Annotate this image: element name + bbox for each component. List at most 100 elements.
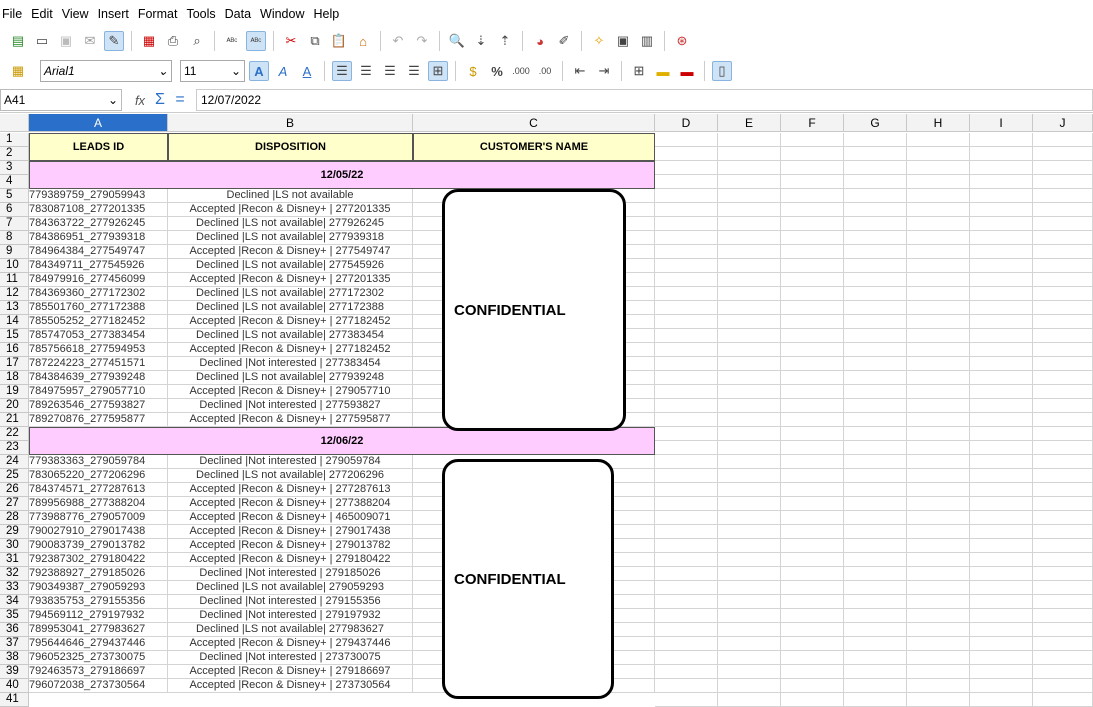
cell[interactable] [1033,273,1093,287]
cell[interactable] [655,497,718,511]
cell[interactable] [655,329,718,343]
cell[interactable] [844,609,907,623]
leads-id-cell[interactable]: 783065220_277206296 [29,469,168,483]
cell[interactable] [970,637,1033,651]
row-header[interactable]: 38 [0,651,29,665]
cell[interactable] [781,259,844,273]
cell[interactable] [844,315,907,329]
cell[interactable] [718,273,781,287]
disposition-cell[interactable]: Declined |Not interested | 273730075 [168,651,413,665]
cell[interactable] [907,301,970,315]
cell[interactable] [718,609,781,623]
cell[interactable] [907,511,970,525]
cell[interactable] [970,623,1033,637]
formula-input[interactable]: 12/07/2022 [196,89,1093,111]
cell[interactable] [718,637,781,651]
disposition-cell[interactable]: Declined |Not interested | 277383454 [168,357,413,371]
row-header[interactable]: 2 [0,147,29,161]
cell[interactable] [718,693,781,707]
disposition-cell[interactable]: Accepted |Recon & Disney+ | 277201335 [168,273,413,287]
cell[interactable] [970,483,1033,497]
cell[interactable] [907,329,970,343]
leads-id-cell[interactable]: 785756618_277594953 [29,343,168,357]
cell[interactable] [655,567,718,581]
cell[interactable] [1033,385,1093,399]
column-header-i[interactable]: I [970,114,1033,132]
cut-icon[interactable]: ✂ [281,31,301,51]
cell[interactable] [844,287,907,301]
column-header-e[interactable]: E [718,114,781,132]
row-header[interactable]: 39 [0,665,29,679]
open-icon[interactable]: ▭ [32,31,52,51]
leads-id-cell[interactable]: 784964384_277549747 [29,245,168,259]
row-header[interactable]: 34 [0,595,29,609]
leads-id-cell[interactable]: 787224223_277451571 [29,357,168,371]
redo-icon[interactable]: ↷ [412,31,432,51]
cell[interactable] [781,315,844,329]
sum-icon[interactable]: Σ [150,90,170,110]
cell[interactable] [844,301,907,315]
cell[interactable] [907,245,970,259]
cell[interactable] [718,161,781,175]
cell[interactable] [781,385,844,399]
menu-insert[interactable]: Insert [98,7,129,21]
cell[interactable] [718,175,781,189]
cell[interactable] [970,455,1033,469]
cell[interactable] [844,525,907,539]
font-color-icon[interactable]: ▬ [677,61,697,81]
disposition-cell[interactable]: Declined |Not interested | 279197932 [168,609,413,623]
cell[interactable] [844,385,907,399]
leads-id-cell[interactable]: 784384639_277939248 [29,371,168,385]
menu-edit[interactable]: Edit [31,7,53,21]
row-header[interactable]: 3 [0,161,29,175]
percent-icon[interactable]: % [487,61,507,81]
row-header[interactable]: 24 [0,455,29,469]
row-header[interactable]: 28 [0,511,29,525]
cell[interactable] [844,245,907,259]
column-header-h[interactable]: H [907,114,970,132]
cell[interactable] [1033,343,1093,357]
cell[interactable] [970,217,1033,231]
cell[interactable] [655,595,718,609]
print-icon[interactable]: ⎙ [163,31,183,51]
cell[interactable] [1033,203,1093,217]
cell[interactable] [844,483,907,497]
cell[interactable] [781,273,844,287]
justify-icon[interactable]: ☰ [404,61,424,81]
number-format-icon[interactable]: .000 [511,61,531,81]
cell[interactable] [970,301,1033,315]
cell[interactable] [970,147,1033,161]
leads-id-cell[interactable]: 792463573_279186697 [29,665,168,679]
cell[interactable] [781,231,844,245]
row-header[interactable]: 4 [0,175,29,189]
new-icon[interactable]: ▤ [8,31,28,51]
cell[interactable] [718,427,781,441]
cell[interactable] [970,259,1033,273]
cell[interactable] [718,357,781,371]
cell[interactable] [1033,567,1093,581]
row-header[interactable]: 19 [0,385,29,399]
cell[interactable] [781,581,844,595]
disposition-cell[interactable]: Declined |Not interested | 279155356 [168,595,413,609]
cell[interactable] [970,371,1033,385]
cell[interactable] [844,679,907,693]
column-header-g[interactable]: G [844,114,907,132]
chevron-down-icon[interactable]: ⌄ [108,93,118,107]
copy-icon[interactable]: ⧉ [305,31,325,51]
cell[interactable] [907,273,970,287]
cell[interactable] [718,189,781,203]
cell[interactable] [907,203,970,217]
cell[interactable] [1033,133,1093,147]
cell[interactable] [907,315,970,329]
font-name-combo[interactable]: Arial1 ⌄ [40,60,172,82]
cell[interactable] [655,315,718,329]
cell[interactable] [655,259,718,273]
disposition-cell[interactable]: Declined |LS not available| 277172302 [168,287,413,301]
cell[interactable] [1033,595,1093,609]
datasource-icon[interactable]: ▥ [637,31,657,51]
cell[interactable] [844,511,907,525]
cell[interactable] [781,483,844,497]
cell[interactable] [718,455,781,469]
leads-id-cell[interactable]: 773988776_279057009 [29,511,168,525]
cell[interactable] [907,679,970,693]
